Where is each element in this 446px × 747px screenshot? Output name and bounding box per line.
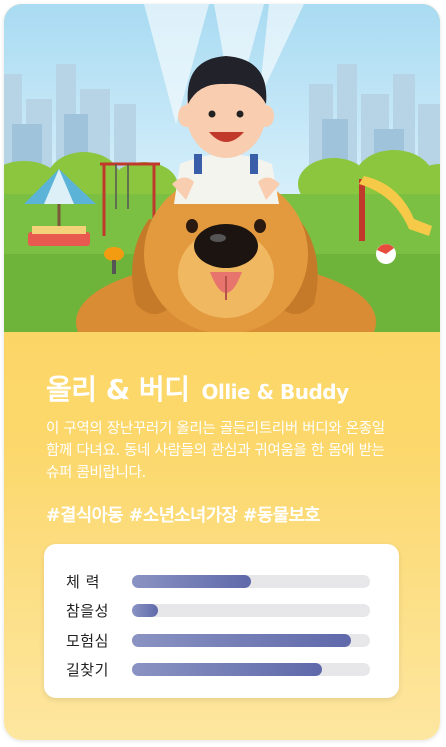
title-row: 올리 & 버디 Ollie & Buddy bbox=[46, 368, 349, 408]
stat-bar-track bbox=[132, 574, 370, 588]
stat-row-patience: 참을성 bbox=[66, 599, 378, 621]
title-english: Ollie & Buddy bbox=[201, 380, 349, 404]
stat-bar-fill bbox=[132, 633, 351, 647]
stat-bar-fill bbox=[132, 662, 323, 676]
park-illustration bbox=[4, 4, 440, 332]
stat-row-stamina: 체 력 bbox=[66, 570, 378, 592]
illustration-svg bbox=[4, 4, 440, 332]
stats-panel: 체 력 참을성 모험심 길찾기 bbox=[44, 544, 399, 698]
stat-row-navigation: 길찾기 bbox=[66, 658, 378, 680]
stat-bar-track bbox=[132, 662, 370, 676]
stat-bar-fill bbox=[132, 603, 159, 617]
stat-bar-track bbox=[132, 633, 370, 647]
stat-row-adventure: 모험심 bbox=[66, 629, 378, 651]
ball bbox=[376, 244, 396, 264]
stat-label: 체 력 bbox=[66, 572, 100, 591]
stat-bar-fill bbox=[132, 574, 251, 588]
stat-label: 길찾기 bbox=[66, 660, 109, 679]
profile-card: 올리 & 버디 Ollie & Buddy 이 구역의 장난꾸러기 올리는 골든… bbox=[4, 4, 440, 740]
title-korean: 올리 & 버디 bbox=[46, 373, 190, 406]
stat-label: 참을성 bbox=[66, 601, 109, 620]
stat-label: 모험심 bbox=[66, 631, 109, 650]
stat-bar-track bbox=[132, 603, 370, 617]
hashtag-list: #결식아동 #소년소녀가장 #동물보호 bbox=[46, 506, 320, 526]
profile-description: 이 구역의 장난꾸러기 올리는 골든리트리버 버디와 온종일 함께 다녀요. 동… bbox=[46, 421, 385, 481]
